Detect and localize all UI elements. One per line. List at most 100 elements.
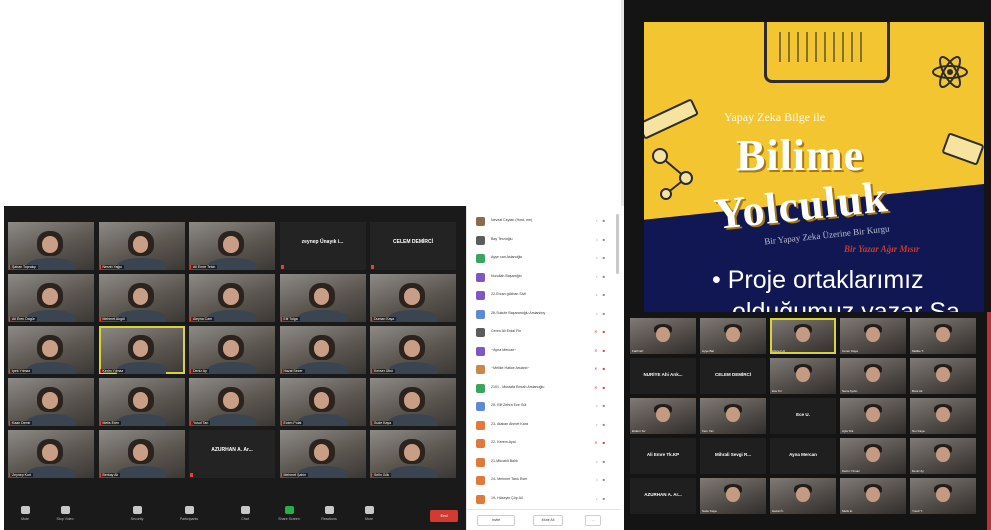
- participant-name-label: Fatih Ert: [632, 349, 644, 353]
- participant-video-tile[interactable]: Aleyna Cam: [189, 274, 275, 322]
- participant-list-item[interactable]: 22- Kerem Ayal ✕ ■: [467, 436, 617, 451]
- mic-camera-icon[interactable]: • ■: [596, 237, 607, 242]
- mic-camera-icon[interactable]: • ■: [596, 218, 607, 223]
- participant-video-tile[interactable]: Ece U.: [770, 398, 836, 434]
- chat-button[interactable]: Chat: [228, 506, 262, 528]
- mic-camera-icon[interactable]: • ■: [596, 422, 607, 427]
- participant-video-tile[interactable]: Kerim Yılmaz: [98, 326, 185, 374]
- mic-camera-icon[interactable]: • ■: [596, 292, 607, 297]
- reactions-button[interactable]: Reactions: [312, 506, 346, 528]
- participant-video-tile[interactable]: zeynep Ünayık i...: [279, 222, 366, 270]
- participant-video-tile[interactable]: NURİYE Ahi Arık...: [630, 358, 696, 394]
- participant-video-tile[interactable]: Fatih Ert: [630, 318, 696, 354]
- end-meeting-button[interactable]: End: [430, 510, 458, 522]
- participant-video-tile[interactable]: Şahan Toprakçı: [8, 222, 94, 270]
- security-button[interactable]: Security: [120, 506, 154, 528]
- participant-video-tile[interactable]: Melike T.: [910, 318, 976, 354]
- participant-video-tile[interactable]: Ali Emre Tekin: [189, 222, 275, 270]
- participant-video-tile[interactable]: Ali Emre Tk.KP: [630, 438, 696, 474]
- participant-video-tile[interactable]: Sena Aydın: [840, 358, 906, 394]
- participant-video-tile[interactable]: Berkay Ak: [98, 430, 185, 478]
- gallery-grid-right: Fatih Ert Ayşe Bal Ahmet Uz Ceren Kaya Melik…: [630, 318, 988, 518]
- mic-camera-icon[interactable]: • ■: [596, 496, 607, 501]
- participant-list-item[interactable]: 25- Elif Zehra Ece Gül • ■: [467, 399, 617, 414]
- participant-video-tile[interactable]: Ayna Mercan: [770, 438, 836, 474]
- participant-video-tile[interactable]: Mehmet Akgül: [98, 274, 185, 322]
- avatar: [476, 457, 485, 467]
- muted-mic-icon[interactable]: ✕ ■: [594, 329, 607, 334]
- participant-video-tile[interactable]: Bora Ak: [910, 358, 976, 394]
- participant-list-item[interactable]: Bay Terzioğlu • ■: [467, 233, 617, 248]
- participant-list-item[interactable]: 19- Hüseyin Çöp Ali • ■: [467, 492, 617, 507]
- participant-video-tile[interactable]: İrem Yaz: [700, 398, 766, 434]
- more-icon: [364, 506, 374, 514]
- participant-video-tile[interactable]: Yusuf Tan: [189, 378, 275, 426]
- muted-mic-icon[interactable]: ✕ ■: [594, 440, 607, 445]
- mic-camera-icon[interactable]: • ■: [596, 403, 607, 408]
- participant-list-item[interactable]: Ayşe can Aslanoğlu • ■: [467, 251, 617, 266]
- participant-list-item[interactable]: ~Ayna Mercan~ ✕ ■: [467, 344, 617, 359]
- participant-list-item[interactable]: 21-Mücahit Balık • ■: [467, 455, 617, 470]
- participant-video-tile[interactable]: İpek Yılmaz: [8, 326, 94, 374]
- participant-video-tile[interactable]: Erdem Sır: [630, 398, 696, 434]
- mic-camera-icon[interactable]: • ■: [596, 477, 607, 482]
- participant-list-item[interactable]: 26-Sukufe Başaranoğlu Arslanboy • ■: [467, 307, 617, 322]
- more-options-button[interactable]: ...: [585, 515, 601, 526]
- participant-video-tile[interactable]: Deniz Ay: [189, 326, 275, 374]
- participant-video-tile[interactable]: Kerim Yılmaz: [840, 438, 906, 474]
- participant-video-tile[interactable]: Hazal Ö.: [770, 478, 836, 514]
- participant-name-label: Zeynep Kurt: [10, 473, 34, 477]
- mic-camera-icon[interactable]: • ■: [596, 459, 607, 464]
- muted-mic-icon[interactable]: ✕ ■: [594, 348, 607, 353]
- mic-camera-icon[interactable]: • ■: [596, 311, 607, 316]
- mute-button[interactable]: Mute: [8, 506, 42, 528]
- participant-video-tile[interactable]: Kevser Ülkü: [370, 326, 456, 374]
- participant-list-item[interactable]: 24- Mehmet Tarık Eser • ■: [467, 473, 617, 488]
- participant-video-tile[interactable]: CELEM DEMİRCİ: [370, 222, 456, 270]
- participant-list-item[interactable]: Nevzat Ceylan (Host, me) • ■: [467, 214, 617, 229]
- more-button[interactable]: More: [352, 506, 386, 528]
- stop-video-button[interactable]: Stop Video: [48, 506, 82, 528]
- muted-mic-icon[interactable]: ✕ ■: [594, 385, 607, 390]
- participant-video-tile[interactable]: AZURHAN A. Ar...: [630, 478, 696, 514]
- share-screen-button[interactable]: Share Screen: [272, 506, 306, 528]
- participant-video-tile[interactable]: AZURHAN A. Ar...: [189, 430, 275, 478]
- participant-video-tile[interactable]: Zeynep Kurt: [8, 430, 94, 478]
- participant-video-tile[interactable]: Sude Kaya: [370, 378, 456, 426]
- participant-list-item[interactable]: Nurullah Başaroğlu • ■: [467, 270, 617, 285]
- mic-camera-icon[interactable]: • ■: [596, 255, 607, 260]
- participant-video-tile[interactable]: Ceren Kaya: [840, 318, 906, 354]
- mute-all-button[interactable]: Mute All: [533, 515, 563, 526]
- participant-video-tile[interactable]: Melis Eren: [98, 378, 185, 426]
- participant-video-tile[interactable]: Kaan Demir: [8, 378, 94, 426]
- participant-video-tile[interactable]: Ecem Polat: [279, 378, 366, 426]
- participant-list-item[interactable]: 23- Atakan Ahmet Kara • ■: [467, 418, 617, 433]
- avatar: [476, 365, 485, 374]
- participant-video-tile[interactable]: Ayla Tok: [840, 398, 906, 434]
- participant-video-tile[interactable]: Mehmet Şahin: [279, 430, 366, 478]
- participant-video-tile[interactable]: Nesrin Yağcı: [98, 222, 185, 270]
- participant-video-tile[interactable]: Ayşe Bal: [700, 318, 766, 354]
- participant-list-item[interactable]: 2101 - Mustafa Emrah Arslanoğlu ✕ ■: [467, 381, 617, 396]
- participant-list-item[interactable]: Ceren Ali Erdal Fin ✕ ■: [467, 325, 617, 340]
- participants-button[interactable]: Participants: [172, 506, 206, 528]
- muted-mic-icon[interactable]: ✕ ■: [594, 366, 607, 371]
- participant-video-tile[interactable]: Selin Gök: [370, 430, 456, 478]
- participant-video-tile[interactable]: Melis E.: [840, 478, 906, 514]
- participant-video-tile[interactable]: Hazal Sezer: [279, 326, 366, 374]
- participant-list-item[interactable]: 22-Ercan gökhan Sivil • ■: [467, 288, 617, 303]
- mic-camera-icon[interactable]: • ■: [596, 274, 607, 279]
- participant-video-tile[interactable]: Sude Kaya: [700, 478, 766, 514]
- participant-video-tile[interactable]: Yusuf T.: [910, 478, 976, 514]
- participant-video-tile[interactable]: Mihrali Sevgi R...: [700, 438, 766, 474]
- participant-video-tile[interactable]: Nur Kaya: [910, 398, 976, 434]
- participant-video-tile[interactable]: Ahmet Uz: [770, 318, 836, 354]
- participant-video-tile[interactable]: Deniz Ay: [910, 438, 976, 474]
- participant-video-tile[interactable]: Duman Kaya: [370, 274, 456, 322]
- participant-video-tile[interactable]: CELEM DEMİRCİ: [700, 358, 766, 394]
- participant-video-tile[interactable]: Ali Eren Dagür: [8, 274, 94, 322]
- participant-video-tile[interactable]: Ece Kır: [770, 358, 836, 394]
- invite-button[interactable]: Invite: [477, 515, 515, 526]
- participant-video-tile[interactable]: Elif Tolga: [279, 274, 366, 322]
- participant-list-item[interactable]: ~Melike Hatice Arslanlı~ ✕ ■: [467, 362, 617, 377]
